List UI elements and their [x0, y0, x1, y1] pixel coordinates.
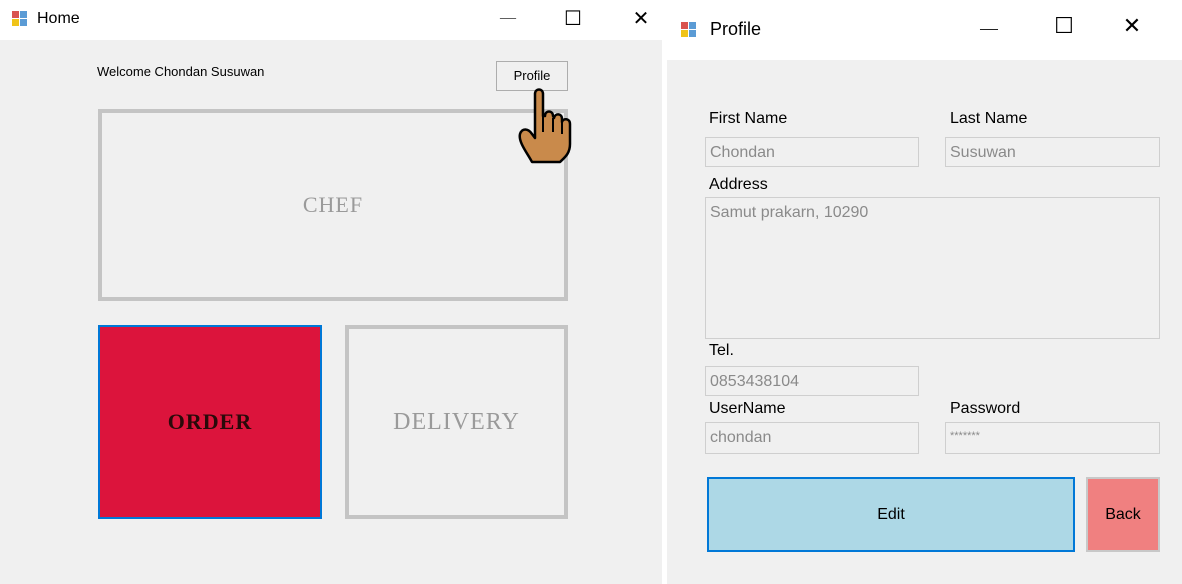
profile-window: Profile — ☐ ✕ First Name Last Name Chond… — [667, 0, 1182, 584]
username-label: UserName — [709, 400, 786, 417]
first-name-field[interactable]: Chondan — [705, 137, 919, 167]
home-titlebar: Home — ☐ ✕ — [0, 0, 662, 40]
window-title: Home — [37, 10, 80, 27]
home-window: Home — ☐ ✕ Welcome Chondan Susuwan Profi… — [0, 0, 662, 584]
password-field[interactable]: ******* — [945, 422, 1160, 454]
last-name-field[interactable]: Susuwan — [945, 137, 1160, 167]
chef-tile[interactable]: CHEF — [98, 109, 568, 301]
back-button[interactable]: Back — [1086, 477, 1160, 552]
hand-cursor-icon — [518, 88, 572, 164]
maximize-button[interactable]: ☐ — [558, 6, 588, 30]
maximize-button[interactable]: ☐ — [1047, 14, 1081, 39]
welcome-text: Welcome Chondan Susuwan — [97, 64, 265, 79]
order-tile[interactable]: ORDER — [98, 325, 322, 519]
last-name-label: Last Name — [950, 110, 1028, 127]
tel-field[interactable]: 0853438104 — [705, 366, 919, 396]
address-label: Address — [709, 176, 768, 193]
delivery-tile[interactable]: DELIVERY — [345, 325, 568, 519]
first-name-label: First Name — [709, 110, 788, 127]
username-field[interactable]: chondan — [705, 422, 919, 454]
tel-label: Tel. — [709, 342, 734, 359]
address-field[interactable]: Samut prakarn, 10290 — [705, 197, 1160, 339]
edit-button[interactable]: Edit — [707, 477, 1075, 552]
profile-titlebar: Profile — ☐ ✕ — [667, 0, 1182, 60]
app-icon — [681, 22, 697, 38]
minimize-button[interactable]: — — [972, 16, 1006, 40]
window-title: Profile — [710, 19, 762, 39]
app-icon — [12, 11, 28, 27]
close-button[interactable]: ✕ — [1115, 14, 1149, 39]
close-button[interactable]: ✕ — [626, 6, 656, 30]
minimize-button[interactable]: — — [493, 7, 523, 28]
password-label: Password — [950, 400, 1021, 417]
